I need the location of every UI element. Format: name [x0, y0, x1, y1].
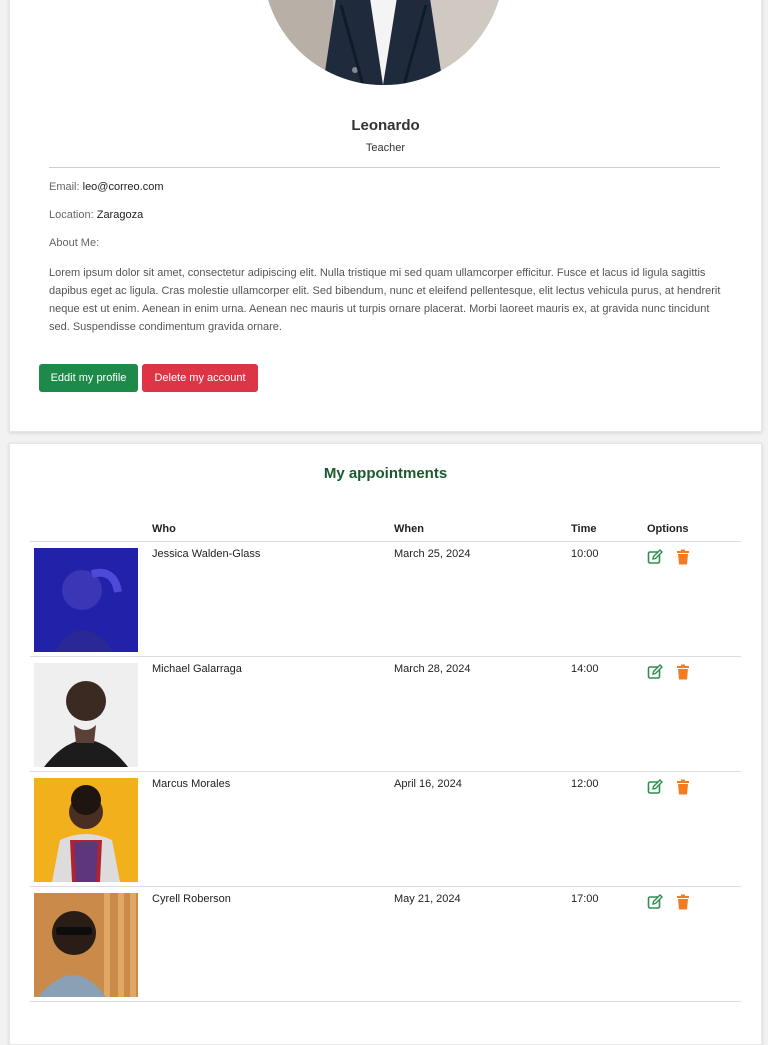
time-cell: 10:00 — [567, 541, 643, 657]
who-cell: Cyrell Roberson — [148, 886, 390, 1002]
profile-role: Teacher — [365, 142, 406, 154]
avatar — [34, 663, 138, 767]
location-label: Location: — [49, 209, 94, 221]
who-cell: Marcus Morales — [148, 771, 390, 887]
photo-cell — [30, 771, 148, 887]
trash-icon[interactable] — [675, 894, 691, 910]
edit-profile-button[interactable]: Eddit my profile — [39, 364, 138, 392]
profile-card: Leonardo Teacher Email: leo@correo.com L… — [9, 0, 762, 432]
email-value: leo@correo.com — [82, 181, 164, 193]
location-value: Zaragoza — [96, 209, 144, 221]
appointments-table: Who When Time Options Jessica Walden-Gla… — [30, 517, 741, 1002]
header-time: Time — [567, 517, 643, 542]
when-cell: March 25, 2024 — [390, 541, 567, 657]
options-cell — [643, 656, 741, 772]
appointments-title: My appointments — [323, 465, 448, 482]
table-row: Cyrell Roberson May 21, 2024 17:00 — [30, 886, 741, 1002]
header-options: Options — [643, 517, 741, 542]
avatar — [34, 893, 138, 997]
trash-icon[interactable] — [675, 664, 691, 680]
time-cell: 12:00 — [567, 771, 643, 887]
options-cell — [643, 541, 741, 657]
table-header-row: Who When Time Options — [30, 517, 741, 542]
delete-account-button[interactable]: Delete my account — [142, 364, 258, 392]
when-cell: March 28, 2024 — [390, 656, 567, 772]
about-text: Lorem ipsum dolor sit amet, consectetur … — [49, 267, 721, 333]
header-photo — [30, 517, 148, 542]
table-row: Marcus Morales April 16, 2024 12:00 — [30, 771, 741, 887]
table-row: Jessica Walden-Glass March 25, 2024 10:0… — [30, 541, 741, 657]
edit-icon[interactable] — [647, 549, 663, 565]
edit-icon[interactable] — [647, 779, 663, 795]
avatar — [34, 778, 138, 882]
table-row: Michael Galarraga March 28, 2024 14:00 — [30, 656, 741, 772]
avatar — [34, 548, 138, 652]
profile-avatar — [263, 0, 504, 85]
about-label: About Me: — [49, 237, 100, 249]
options-cell — [643, 771, 741, 887]
trash-icon[interactable] — [675, 549, 691, 565]
edit-icon[interactable] — [647, 664, 663, 680]
time-cell: 17:00 — [567, 886, 643, 1002]
email-row: Email: leo@correo.com — [49, 181, 164, 193]
email-label: Email: — [49, 181, 80, 193]
header-when: When — [390, 517, 567, 542]
edit-icon[interactable] — [647, 894, 663, 910]
photo-cell — [30, 886, 148, 1002]
profile-name: Leonardo — [351, 117, 420, 134]
when-cell: April 16, 2024 — [390, 771, 567, 887]
photo-cell — [30, 656, 148, 772]
options-cell — [643, 886, 741, 1002]
trash-icon[interactable] — [675, 779, 691, 795]
photo-cell — [30, 541, 148, 657]
location-row: Location: Zaragoza — [49, 209, 143, 221]
appointments-card: My appointments Who When Time Options Je… — [9, 443, 762, 1045]
profile-divider — [49, 167, 720, 168]
time-cell: 14:00 — [567, 656, 643, 772]
who-cell: Jessica Walden-Glass — [148, 541, 390, 657]
header-who: Who — [148, 517, 390, 542]
when-cell: May 21, 2024 — [390, 886, 567, 1002]
who-cell: Michael Galarraga — [148, 656, 390, 772]
